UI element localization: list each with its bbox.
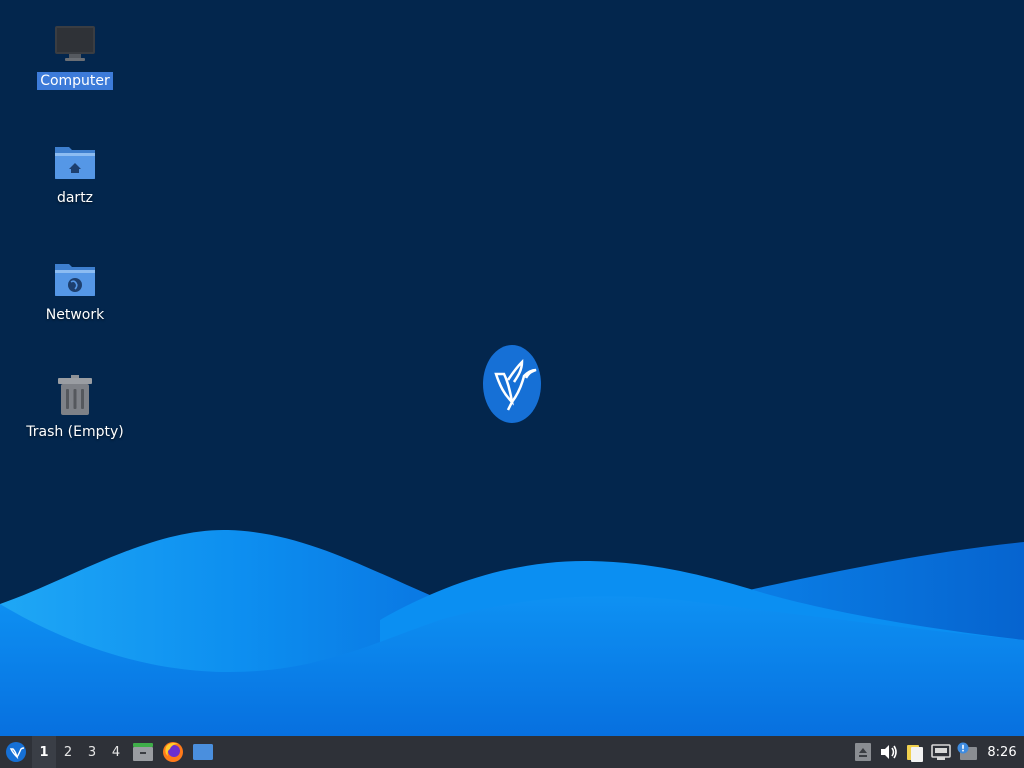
desktop-icon-trash[interactable]: Trash (Empty): [20, 371, 130, 441]
firefox-icon: [163, 742, 183, 762]
desktop[interactable]: Computer dartz Network Trash (Empty): [0, 0, 1024, 736]
volume-icon: [881, 745, 897, 759]
desktop-icon-home[interactable]: dartz: [20, 137, 130, 207]
clipboard-icon: [907, 745, 923, 762]
workspace-2-button[interactable]: 2: [56, 736, 80, 768]
panel-tray-area: 8:26: [850, 736, 1024, 768]
bottom-panel: 1 2 3 4 8:26: [0, 736, 1024, 768]
file-manager-launcher[interactable]: [128, 736, 158, 768]
show-desktop-icon: [193, 744, 213, 760]
computer-icon: [51, 20, 99, 68]
updates-notification-button[interactable]: [954, 736, 980, 768]
updates-notification-icon: [957, 742, 977, 760]
workspace-3-button[interactable]: 3: [80, 736, 104, 768]
eject-icon: [855, 743, 871, 761]
workspace-4-button[interactable]: 4: [104, 736, 128, 768]
desktop-icon-label: dartz: [56, 190, 94, 206]
whisker-menu-icon: [6, 742, 26, 762]
volume-button[interactable]: [876, 736, 902, 768]
clock[interactable]: 8:26: [980, 736, 1024, 768]
firefox-launcher[interactable]: [158, 736, 188, 768]
hummingbird-logo-icon: [482, 344, 542, 424]
trash-icon: [51, 371, 99, 419]
workspace-1-button[interactable]: 1: [32, 736, 56, 768]
desktop-icon-label: Network: [45, 307, 105, 323]
eject-button[interactable]: [850, 736, 876, 768]
network-folder-icon: [51, 254, 99, 302]
desktop-icon-computer[interactable]: Computer: [20, 20, 130, 90]
file-manager-icon: [133, 743, 153, 761]
home-folder-icon: [51, 137, 99, 185]
desktop-icon-network[interactable]: Network: [20, 254, 130, 324]
network-wired-icon: [931, 744, 951, 760]
show-desktop-launcher[interactable]: [188, 736, 218, 768]
desktop-icon-label: Computer: [37, 72, 113, 90]
clipboard-button[interactable]: [902, 736, 928, 768]
desktop-icon-label: Trash (Empty): [26, 424, 124, 440]
whisker-menu-button[interactable]: [0, 736, 32, 768]
network-button[interactable]: [928, 736, 954, 768]
